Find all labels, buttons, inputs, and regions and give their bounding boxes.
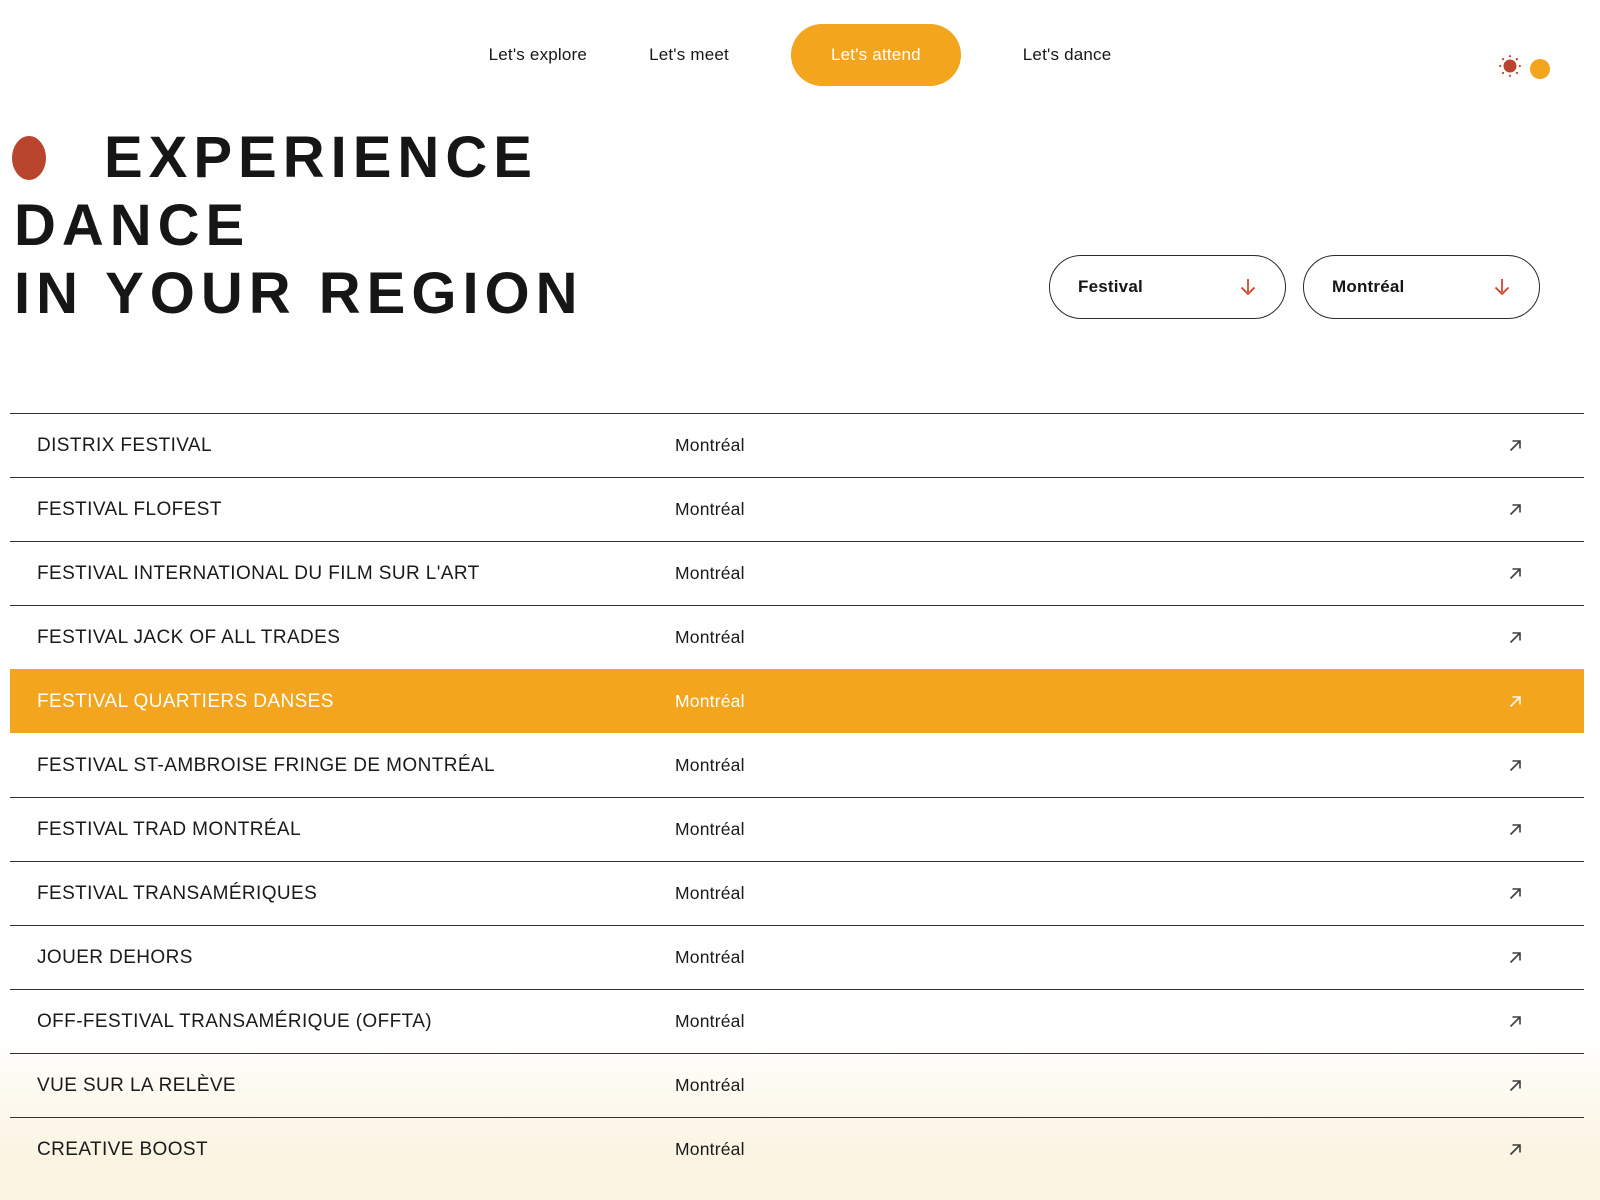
festival-city: Montréal — [675, 627, 1507, 648]
festival-name: OFF-FESTIVAL TRANSAMÉRIQUE (OFFTA) — [37, 1011, 675, 1033]
hero-section: EXPERIENCE DANCE IN YOUR REGION Festival… — [0, 110, 1600, 413]
table-row[interactable]: FESTIVAL TRANSAMÉRIQUES Montréal — [10, 861, 1584, 925]
festival-city: Montréal — [675, 819, 1507, 840]
filter-bar: Festival Montréal — [1049, 255, 1540, 319]
table-row[interactable]: FESTIVAL FLOFEST Montréal — [10, 477, 1584, 541]
table-row[interactable]: DISTRIX FESTIVAL Montréal — [10, 413, 1584, 477]
arrow-up-right-icon — [1507, 1141, 1524, 1158]
filter-region-value: Montréal — [1332, 277, 1404, 297]
nav-lets-attend[interactable]: Let's attend — [791, 24, 961, 86]
red-bullet-icon — [12, 136, 46, 180]
festival-city: Montréal — [675, 947, 1507, 968]
orange-dot-icon[interactable] — [1530, 59, 1550, 79]
festival-city: Montréal — [675, 435, 1507, 456]
arrow-up-right-icon — [1507, 821, 1524, 838]
festival-city: Montréal — [675, 563, 1507, 584]
festival-city: Montréal — [675, 1075, 1507, 1096]
festival-city: Montréal — [675, 499, 1507, 520]
table-row[interactable]: FESTIVAL JACK OF ALL TRADES Montréal — [10, 605, 1584, 669]
title-line-1: EXPERIENCE — [104, 124, 538, 192]
arrow-up-right-icon — [1507, 693, 1524, 710]
festival-city: Montréal — [675, 883, 1507, 904]
sun-icon[interactable] — [1498, 54, 1522, 83]
festival-city: Montréal — [675, 755, 1507, 776]
festival-city: Montréal — [675, 1139, 1507, 1160]
nav-corner-dots — [1498, 54, 1550, 83]
festival-list: DISTRIX FESTIVAL Montréal FESTIVAL FLOFE… — [10, 413, 1584, 1181]
arrow-up-right-icon — [1507, 1077, 1524, 1094]
filter-type-value: Festival — [1078, 277, 1143, 297]
arrow-up-right-icon — [1507, 629, 1524, 646]
table-row[interactable]: FESTIVAL QUARTIERS DANSES Montréal — [10, 669, 1584, 733]
festival-name: VUE SUR LA RELÈVE — [37, 1075, 675, 1097]
chevron-down-icon — [1237, 276, 1259, 298]
festival-name: JOUER DEHORS — [37, 947, 675, 969]
festival-name: FESTIVAL FLOFEST — [37, 499, 675, 521]
arrow-up-right-icon — [1507, 885, 1524, 902]
festival-name: FESTIVAL ST-AMBROISE FRINGE DE MONTRÉAL — [37, 755, 675, 777]
table-row[interactable]: VUE SUR LA RELÈVE Montréal — [10, 1053, 1584, 1117]
festival-name: DISTRIX FESTIVAL — [37, 435, 675, 457]
arrow-up-right-icon — [1507, 565, 1524, 582]
festival-name: FESTIVAL INTERNATIONAL DU FILM SUR L'ART — [37, 563, 675, 585]
arrow-up-right-icon — [1507, 437, 1524, 454]
nav-items: Let's explore Let's meet Let's attend Le… — [489, 24, 1112, 86]
nav-lets-dance[interactable]: Let's dance — [1023, 45, 1112, 65]
arrow-up-right-icon — [1507, 949, 1524, 966]
table-row[interactable]: JOUER DEHORS Montréal — [10, 925, 1584, 989]
festival-name: FESTIVAL QUARTIERS DANSES — [37, 691, 675, 713]
table-row[interactable]: FESTIVAL ST-AMBROISE FRINGE DE MONTRÉAL … — [10, 733, 1584, 797]
table-row[interactable]: OFF-FESTIVAL TRANSAMÉRIQUE (OFFTA) Montr… — [10, 989, 1584, 1053]
festival-city: Montréal — [675, 1011, 1507, 1032]
nav-lets-explore[interactable]: Let's explore — [489, 45, 587, 65]
table-row[interactable]: CREATIVE BOOST Montréal — [10, 1117, 1584, 1181]
table-row[interactable]: FESTIVAL TRAD MONTRÉAL Montréal — [10, 797, 1584, 861]
table-row[interactable]: FESTIVAL INTERNATIONAL DU FILM SUR L'ART… — [10, 541, 1584, 605]
festival-name: CREATIVE BOOST — [37, 1139, 675, 1161]
arrow-up-right-icon — [1507, 1013, 1524, 1030]
top-nav: Let's explore Let's meet Let's attend Le… — [0, 0, 1600, 110]
festival-city: Montréal — [675, 691, 1507, 712]
filter-region-dropdown[interactable]: Montréal — [1303, 255, 1540, 319]
nav-lets-meet[interactable]: Let's meet — [649, 45, 729, 65]
festival-name: FESTIVAL TRANSAMÉRIQUES — [37, 883, 675, 905]
festival-name: FESTIVAL JACK OF ALL TRADES — [37, 627, 675, 649]
festival-name: FESTIVAL TRAD MONTRÉAL — [37, 819, 675, 841]
title-line-2: DANCE — [14, 192, 1600, 260]
filter-type-dropdown[interactable]: Festival — [1049, 255, 1286, 319]
arrow-up-right-icon — [1507, 501, 1524, 518]
arrow-up-right-icon — [1507, 757, 1524, 774]
chevron-down-icon — [1491, 276, 1513, 298]
